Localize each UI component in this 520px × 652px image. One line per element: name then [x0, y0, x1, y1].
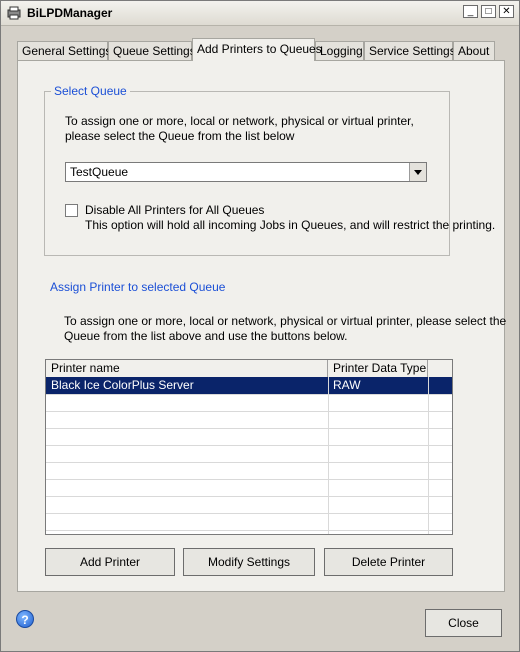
tab-add-printers-to-queues[interactable]: Add Printers to Queues: [192, 38, 322, 61]
assign-instruction-2: Queue from the list above and use the bu…: [64, 329, 348, 343]
minimize-icon: _: [467, 6, 474, 17]
table-row: [46, 394, 452, 412]
maximize-icon: □: [485, 6, 492, 17]
tab-about[interactable]: About: [453, 41, 495, 60]
queue-select-value: TestQueue: [70, 165, 129, 179]
assign-printer-title: Assign Printer to selected Queue: [50, 280, 226, 294]
close-button[interactable]: Close: [425, 609, 502, 637]
table-row: [46, 428, 452, 446]
queue-dropdown-button[interactable]: [409, 163, 426, 181]
table-row: [46, 411, 452, 429]
chevron-down-icon: [414, 170, 422, 175]
table-row: [46, 479, 452, 497]
select-queue-instruction-2: please select the Queue from the list be…: [65, 129, 295, 143]
select-queue-instruction-1: To assign one or more, local or network,…: [65, 114, 414, 128]
queue-select[interactable]: TestQueue: [65, 162, 427, 182]
column-printer-data-type[interactable]: Printer Data Type: [328, 360, 428, 377]
minimize-button[interactable]: _: [463, 5, 478, 18]
tab-queue-settings[interactable]: Queue Settings: [108, 41, 196, 60]
select-queue-group: Select Queue To assign one or more, loca…: [44, 84, 495, 256]
app-icon: [6, 5, 22, 21]
table-row: [46, 513, 452, 531]
maximize-button[interactable]: □: [481, 5, 496, 18]
column-divider: [428, 377, 429, 534]
printer-list[interactable]: Printer name Printer Data Type Black Ice…: [45, 359, 453, 535]
assign-instruction-1: To assign one or more, local or network,…: [64, 314, 507, 328]
close-icon: ✕: [502, 6, 511, 17]
printer-list-header: Printer name Printer Data Type: [46, 360, 452, 378]
add-printer-button[interactable]: Add Printer: [45, 548, 175, 576]
tab-panel: Select Queue To assign one or more, loca…: [17, 60, 507, 592]
table-row[interactable]: Black Ice ColorPlus Server RAW: [46, 377, 452, 395]
table-row: [46, 462, 452, 480]
column-divider: [328, 377, 329, 534]
tab-logging[interactable]: Logging: [315, 41, 364, 60]
column-printer-name[interactable]: Printer name: [46, 360, 328, 377]
delete-printer-button[interactable]: Delete Printer: [324, 548, 453, 576]
disable-all-printers-checkbox[interactable]: [65, 204, 78, 217]
printer-type-cell: RAW: [333, 378, 361, 392]
modify-settings-button[interactable]: Modify Settings: [183, 548, 315, 576]
disable-all-printers-note: This option will hold all incoming Jobs …: [85, 218, 496, 232]
main-window: BiLPDManager _ □ ✕ General Settings Queu…: [0, 0, 520, 652]
table-row: [46, 496, 452, 514]
select-queue-title: Select Queue: [51, 84, 130, 98]
title-bar: BiLPDManager _ □ ✕: [1, 1, 519, 26]
disable-all-printers-label: Disable All Printers for All Queues: [85, 203, 265, 217]
close-window-button[interactable]: ✕: [499, 5, 514, 18]
tab-service-settings[interactable]: Service Settings: [364, 41, 456, 60]
table-row: [46, 445, 452, 463]
help-icon[interactable]: ?: [16, 610, 34, 628]
window-title: BiLPDManager: [27, 6, 113, 20]
printer-name-cell: Black Ice ColorPlus Server: [51, 378, 194, 392]
tab-general-settings[interactable]: General Settings: [17, 41, 111, 60]
